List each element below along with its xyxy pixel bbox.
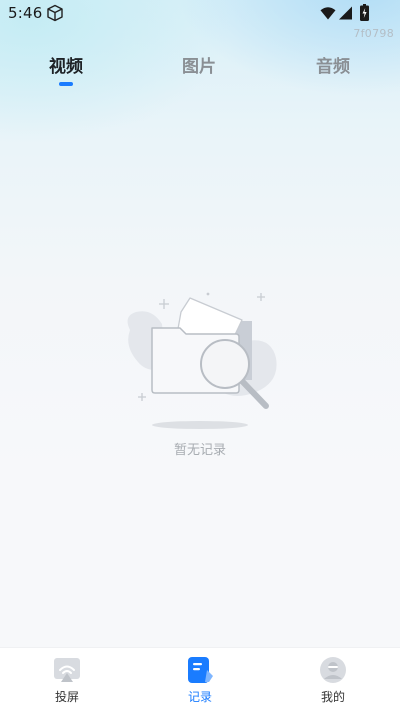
record-notes-icon <box>188 657 213 683</box>
battery-charging-icon <box>360 4 369 21</box>
tab-audio[interactable]: 音频 <box>293 52 373 77</box>
tab-video[interactable]: 视频 <box>26 52 106 77</box>
media-tabs: 视频 图片 音频 <box>0 52 400 92</box>
nav-label-screen-cast: 投屏 <box>54 690 79 704</box>
active-tab-indicator <box>59 82 73 86</box>
empty-state-text: 暂无记录 <box>173 443 226 458</box>
wifi-icon <box>320 7 336 20</box>
bottom-navigation: 投屏 记录 我的 <box>0 647 400 712</box>
debug-code-label: 7f0798 <box>353 27 394 40</box>
screen-cast-icon <box>54 658 80 682</box>
nav-label-profile: 我的 <box>320 690 345 704</box>
status-time: 5:46 <box>8 4 43 22</box>
cell-signal-icon <box>339 6 352 20</box>
nav-records[interactable]: 记录 <box>133 648 267 712</box>
status-bar: 5:46 <box>0 0 400 28</box>
nav-label-records: 记录 <box>187 690 212 704</box>
empty-folder-search-icon <box>127 292 277 429</box>
profile-avatar-icon <box>320 657 346 683</box>
nav-profile[interactable]: 我的 <box>266 648 400 712</box>
nav-screen-cast[interactable]: 投屏 <box>0 648 134 712</box>
package-icon <box>47 4 63 22</box>
tab-images[interactable]: 图片 <box>159 52 239 77</box>
